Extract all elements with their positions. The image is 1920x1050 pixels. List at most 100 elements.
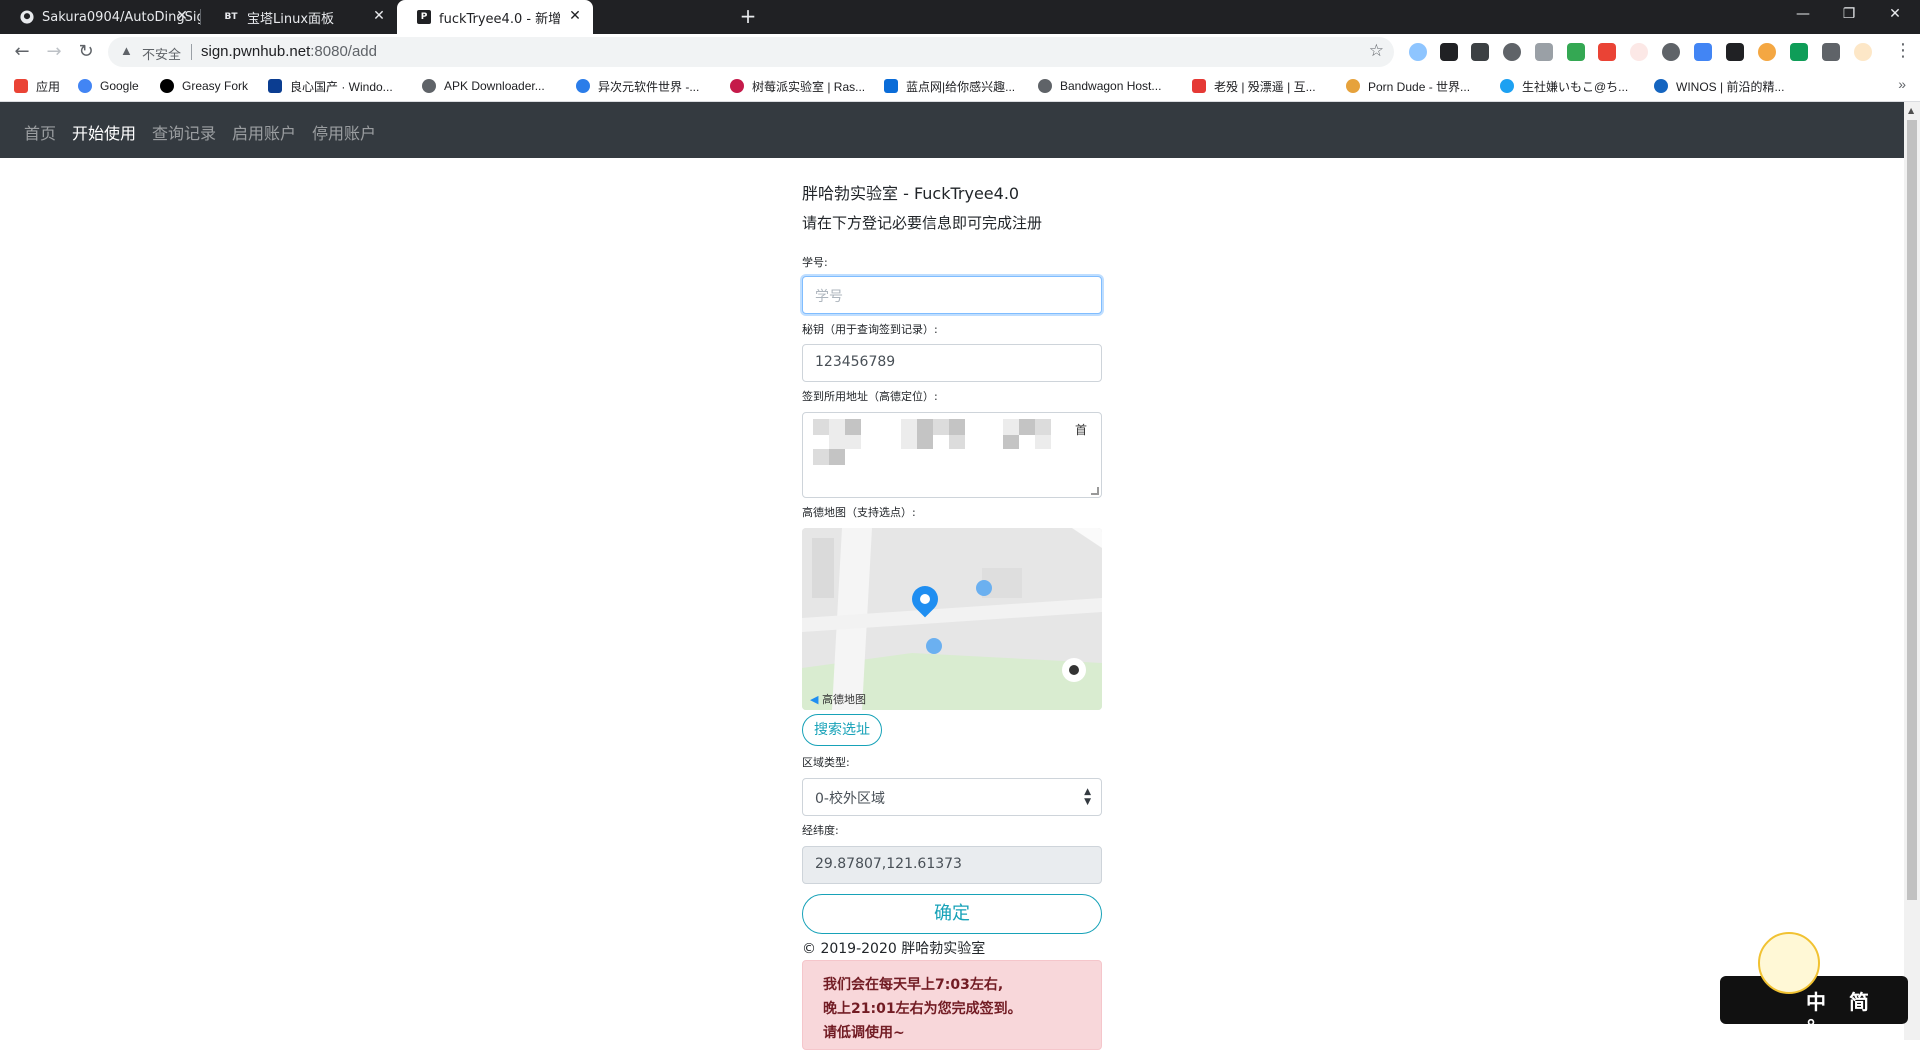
- tab-fucktryee[interactable]: P fuckTryee4.0 - 新增 ✕: [397, 0, 593, 34]
- extension-icon[interactable]: [1694, 43, 1712, 61]
- tab-bt-panel[interactable]: BT 宝塔Linux面板 ✕: [203, 0, 397, 34]
- pixelated-text: [917, 435, 933, 449]
- extension-icon[interactable]: [1726, 43, 1744, 61]
- close-icon[interactable]: ✕: [567, 8, 583, 24]
- extension-icon[interactable]: [1630, 43, 1648, 61]
- more-menu-icon[interactable]: ⋮: [1894, 40, 1912, 61]
- nav-disable-account[interactable]: 停用账户: [312, 120, 376, 144]
- window-close-button[interactable]: ✕: [1872, 0, 1918, 30]
- site-navbar: 首页 开始使用 查询记录 启用账户 停用账户: [0, 102, 1904, 158]
- resize-handle[interactable]: [1091, 487, 1099, 495]
- raspberry-icon: [730, 79, 744, 93]
- extension-icon[interactable]: [1598, 43, 1616, 61]
- pixelated-text: [813, 419, 829, 435]
- windows-icon: [268, 79, 282, 93]
- winos-icon: [1654, 79, 1668, 93]
- bookmark-windows[interactable]: 良心国产 · Windo...: [268, 76, 393, 96]
- bookmark-star-icon[interactable]: ☆: [1369, 41, 1384, 61]
- bookmark-raspberry[interactable]: 树莓派实验室 | Ras...: [730, 76, 865, 96]
- scrollbar-thumb[interactable]: [1907, 120, 1917, 900]
- globe-icon: [422, 79, 436, 93]
- secret-input[interactable]: 123456789: [802, 344, 1102, 382]
- page-content: 胖哈勃实验室 - FuckTryee4.0 请在下方登记必要信息即可完成注册 学…: [0, 158, 1904, 1050]
- page-subtitle: 请在下方登记必要信息即可完成注册: [802, 214, 1043, 232]
- new-tab-button[interactable]: +: [736, 5, 760, 29]
- extension-icon[interactable]: [1503, 43, 1521, 61]
- extension-icon[interactable]: [1535, 43, 1553, 61]
- forward-button[interactable]: →: [40, 38, 68, 66]
- tab-github[interactable]: Sakura0904/AutoDingSignIn: ✕: [0, 0, 200, 34]
- bookmarks-bar: 应用 Google Greasy Fork 良心国产 · Windo... AP…: [0, 70, 1920, 102]
- tab-title: 宝塔Linux面板: [247, 11, 335, 27]
- scroll-up-arrow-icon[interactable]: ▲: [1908, 106, 1914, 115]
- pixelated-text: [949, 435, 965, 449]
- bookmarks-overflow-button[interactable]: »: [1898, 76, 1906, 92]
- submit-button[interactable]: 确定: [802, 894, 1102, 934]
- shield-icon[interactable]: [1567, 43, 1585, 61]
- address-textarea[interactable]: 首: [802, 412, 1102, 498]
- puzzle-icon[interactable]: [1822, 43, 1840, 61]
- bookmark-iplaysoft[interactable]: 异次元软件世界 -...: [576, 76, 699, 96]
- bookmark-winos[interactable]: WINOS | 前沿的精...: [1654, 76, 1784, 96]
- greasyfork-icon: [160, 79, 174, 93]
- close-icon[interactable]: ✕: [371, 8, 387, 24]
- ime-widget[interactable]: 中 简 °,: [1712, 932, 1912, 1040]
- bookmark-apk[interactable]: APK Downloader...: [422, 76, 545, 96]
- restore-button[interactable]: ❐: [1826, 0, 1872, 30]
- bookmark-twitter[interactable]: 生社嫌いもこ@ち...: [1500, 76, 1628, 96]
- nav-query-records[interactable]: 查询记录: [152, 120, 216, 144]
- laomo-icon: [1192, 79, 1206, 93]
- map-label: 高德地图（支持选点）:: [802, 506, 916, 519]
- bookmark-porndude[interactable]: Porn Dude - 世界...: [1346, 76, 1470, 96]
- back-button[interactable]: ←: [8, 38, 36, 66]
- schedule-alert: 我们会在每天早上7:03左右, 晚上21:01左右为您完成签到。 请低调使用~: [802, 960, 1102, 1050]
- tab-strip: Sakura0904/AutoDingSignIn: ✕ BT 宝塔Linux面…: [0, 0, 1920, 34]
- nav-home[interactable]: 首页: [24, 120, 56, 144]
- nav-get-started[interactable]: 开始使用: [72, 120, 136, 144]
- extension-icon[interactable]: [1790, 43, 1808, 61]
- coords-value: 29.87807,121.61373: [815, 856, 962, 872]
- bookmark-bandwagon[interactable]: Bandwagon Host...: [1038, 76, 1161, 96]
- porndude-icon: [1346, 79, 1360, 93]
- bookmark-label: 老殁 | 殁漂遥 | 互...: [1214, 79, 1316, 94]
- bookmark-label: 树莓派实验室 | Ras...: [752, 79, 866, 94]
- extension-icon[interactable]: [1409, 43, 1427, 61]
- map-attribution: ◀ 高德地图: [810, 693, 866, 706]
- reload-button[interactable]: ↻: [72, 38, 100, 66]
- area-type-value: 0-校外区域: [815, 791, 885, 807]
- student-id-input[interactable]: 学号: [802, 276, 1102, 314]
- address-label: 签到所用地址（高德定位）:: [802, 390, 938, 403]
- area-type-select[interactable]: 0-校外区域 ▲ ▼: [802, 778, 1102, 816]
- pixelated-text: [1035, 435, 1051, 449]
- bookmark-label: Google: [100, 79, 139, 93]
- close-icon[interactable]: ✕: [174, 8, 190, 24]
- bulb-icon[interactable]: [1662, 43, 1680, 61]
- ime-status-bar[interactable]: 中 简 °,: [1720, 976, 1908, 1039]
- coords-label: 经纬度:: [802, 824, 839, 837]
- nav-enable-account[interactable]: 启用账户: [232, 120, 296, 144]
- extension-icon[interactable]: [1471, 43, 1489, 61]
- extension-icon[interactable]: [1440, 43, 1458, 61]
- pixelated-text: [813, 449, 829, 465]
- bookmark-label: 良心国产 · Windo...: [290, 79, 393, 94]
- bookmark-label: 异次元软件世界 -...: [598, 79, 700, 94]
- bookmark-google[interactable]: Google: [78, 76, 139, 96]
- pixelated-text: [1003, 435, 1019, 449]
- bookmark-label: Bandwagon Host...: [1060, 79, 1162, 93]
- cookie-icon[interactable]: [1758, 43, 1776, 61]
- bookmark-landian[interactable]: 蓝点网|给你感兴趣...: [884, 76, 1015, 96]
- search-location-button[interactable]: 搜索选址: [802, 714, 882, 746]
- reload-icon: ↻: [78, 41, 94, 62]
- pixelated-text: [829, 419, 845, 435]
- avatar[interactable]: [1854, 43, 1872, 61]
- minimize-button[interactable]: —: [1780, 0, 1826, 30]
- page-scrollbar[interactable]: ▲: [1904, 102, 1920, 1040]
- amap-map[interactable]: ◀ 高德地图: [802, 528, 1102, 710]
- bookmark-apps[interactable]: 应用: [14, 76, 60, 96]
- bookmark-greasyfork[interactable]: Greasy Fork: [160, 76, 248, 96]
- bookmark-label: 蓝点网|给你感兴趣...: [906, 79, 1016, 94]
- google-icon: [78, 79, 92, 93]
- bookmark-laomo[interactable]: 老殁 | 殁漂遥 | 互...: [1192, 76, 1316, 96]
- pixelated-text: [1035, 419, 1051, 435]
- address-bar[interactable]: ▲ 不安全 sign.pwnhub.net:8080/add ☆: [108, 37, 1394, 67]
